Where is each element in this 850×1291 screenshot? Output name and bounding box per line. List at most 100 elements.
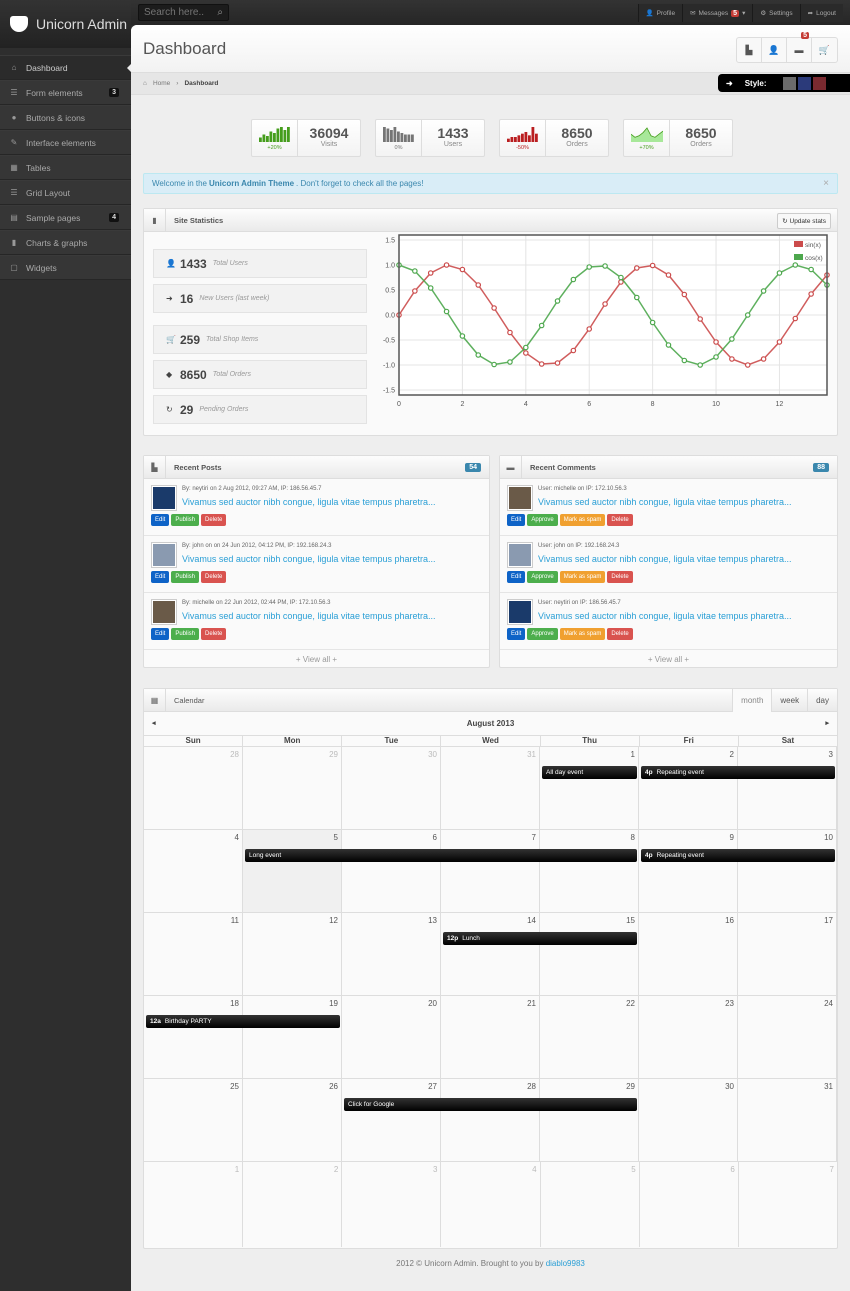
view-week-button[interactable]: week: [771, 689, 807, 712]
item-link[interactable]: Vivamus sed auctor nibh congue, ligula v…: [538, 497, 791, 507]
item-link[interactable]: Vivamus sed auctor nibh congue, ligula v…: [538, 611, 791, 621]
spam-button[interactable]: Mark as spam: [559, 514, 606, 526]
calendar-day[interactable]: 30: [342, 747, 441, 829]
usernav-logout[interactable]: ➦ Logout: [799, 4, 843, 22]
calendar-day[interactable]: 18: [144, 996, 243, 1078]
spam-button[interactable]: Mark as spam: [559, 571, 606, 583]
item-link[interactable]: Vivamus sed auctor nibh congue, ligula v…: [182, 611, 435, 621]
brand[interactable]: Unicorn Admin: [0, 0, 131, 48]
calendar-event[interactable]: Click for Google: [344, 1098, 637, 1111]
approve-button[interactable]: Approve: [527, 514, 558, 526]
author-link[interactable]: diablo9983: [546, 1259, 585, 1268]
calendar-day[interactable]: 2: [243, 1162, 343, 1247]
item-link[interactable]: Vivamus sed auctor nibh congue, ligula v…: [182, 554, 435, 564]
edit-button[interactable]: Edit: [507, 571, 526, 583]
calendar-event[interactable]: 4p Repeating event: [641, 766, 835, 779]
calendar-day[interactable]: 27: [342, 1079, 441, 1161]
item-link[interactable]: Vivamus sed auctor nibh congue, ligula v…: [538, 554, 791, 564]
calendar-event[interactable]: Long event: [245, 849, 637, 862]
comment-button[interactable]: ▬ 5: [787, 32, 812, 62]
delete-button[interactable]: Delete: [201, 514, 227, 526]
calendar-event[interactable]: 4p Repeating event: [641, 849, 835, 862]
calendar-day[interactable]: 14: [441, 913, 540, 995]
calendar-day[interactable]: 3: [738, 747, 837, 829]
calendar-day[interactable]: 3: [342, 1162, 442, 1247]
calendar-day[interactable]: 9: [639, 830, 738, 912]
publish-button[interactable]: Publish: [171, 514, 200, 526]
calendar-day[interactable]: 4: [441, 1162, 541, 1247]
breadcrumb-home[interactable]: Home: [153, 80, 170, 87]
calendar-day[interactable]: 6: [342, 830, 441, 912]
calendar-day[interactable]: 29: [243, 747, 342, 829]
calendar-event[interactable]: 12a Birthday PARTY: [146, 1015, 340, 1028]
sidebar-item-form-elements[interactable]: ☰ Form elements 3: [0, 80, 131, 105]
view-month-button[interactable]: month: [732, 689, 772, 712]
calendar-day[interactable]: 23: [639, 996, 738, 1078]
delete-button[interactable]: Delete: [607, 514, 633, 526]
publish-button[interactable]: Publish: [171, 628, 200, 640]
calendar-day[interactable]: 1: [540, 747, 639, 829]
edit-button[interactable]: Edit: [151, 628, 170, 640]
calendar-day[interactable]: 28: [144, 747, 243, 829]
calendar-day[interactable]: 29: [540, 1079, 639, 1161]
arrow-right-icon[interactable]: ➜: [726, 79, 733, 88]
edit-button[interactable]: Edit: [507, 628, 526, 640]
approve-button[interactable]: Approve: [527, 571, 558, 583]
view-all-posts-link[interactable]: + View all +: [144, 650, 489, 670]
edit-button[interactable]: Edit: [151, 571, 170, 583]
style-swatch[interactable]: [782, 76, 796, 90]
calendar-day[interactable]: 13: [342, 913, 441, 995]
prev-month-button[interactable]: ◂: [152, 719, 156, 727]
calendar-day[interactable]: 28: [441, 1079, 540, 1161]
style-swatch[interactable]: [797, 76, 811, 90]
calendar-day[interactable]: 1: [144, 1162, 244, 1247]
sidebar-item-tables[interactable]: ▦ Tables: [0, 155, 131, 180]
delete-button[interactable]: Delete: [201, 571, 227, 583]
calendar-event[interactable]: 12p Lunch: [443, 932, 637, 945]
search-icon[interactable]: ⌕: [217, 7, 223, 18]
calendar-event[interactable]: All day event: [542, 766, 637, 779]
sidebar-item-dashboard[interactable]: ⌂ Dashboard: [0, 55, 132, 80]
usernav-settings[interactable]: ⚙ Settings: [752, 4, 800, 22]
calendar-day[interactable]: 12: [243, 913, 342, 995]
calendar-day[interactable]: 20: [342, 996, 441, 1078]
calendar-day[interactable]: 8: [540, 830, 639, 912]
sidebar-item-buttons-icons[interactable]: ● Buttons & icons: [0, 105, 131, 130]
calendar-day[interactable]: 11: [144, 913, 243, 995]
next-month-button[interactable]: ▸: [825, 719, 829, 727]
sidebar-item-grid-layout[interactable]: ☰ Grid Layout: [0, 180, 131, 205]
user-button[interactable]: 👤: [762, 38, 787, 62]
publish-button[interactable]: Publish: [171, 571, 200, 583]
calendar-day[interactable]: 15: [540, 913, 639, 995]
sidebar-item-charts-graphs[interactable]: ▮ Charts & graphs: [0, 230, 131, 255]
delete-button[interactable]: Delete: [607, 571, 633, 583]
sidebar-item-interface-elements[interactable]: ✎ Interface elements: [0, 130, 131, 155]
approve-button[interactable]: Approve: [527, 628, 558, 640]
edit-button[interactable]: Edit: [507, 514, 526, 526]
view-day-button[interactable]: day: [807, 689, 837, 712]
spam-button[interactable]: Mark as spam: [559, 628, 606, 640]
item-link[interactable]: Vivamus sed auctor nibh congue, ligula v…: [182, 497, 435, 507]
calendar-day[interactable]: 16: [639, 913, 738, 995]
close-icon[interactable]: ×: [823, 178, 829, 189]
calendar-day[interactable]: 5: [243, 830, 342, 912]
calendar-day[interactable]: 25: [144, 1079, 243, 1161]
style-swatch[interactable]: [812, 76, 826, 90]
calendar-day[interactable]: 21: [441, 996, 540, 1078]
edit-button[interactable]: Edit: [151, 514, 170, 526]
usernav-profile[interactable]: 👤 Profile: [637, 4, 683, 22]
calendar-day[interactable]: 26: [243, 1079, 342, 1161]
calendar-day[interactable]: 31: [738, 1079, 837, 1161]
view-all-comments-link[interactable]: + View all +: [500, 650, 837, 670]
quick-stat[interactable]: +20% 36094 Visits: [251, 119, 361, 157]
calendar-day[interactable]: 30: [639, 1079, 738, 1161]
usernav-messages[interactable]: ✉ Messages 5 ▾: [682, 4, 753, 22]
sidebar-item-sample-pages[interactable]: ▤ Sample pages 4: [0, 205, 131, 230]
calendar-day[interactable]: 5: [541, 1162, 640, 1247]
file-button[interactable]: ▙: [737, 38, 762, 62]
calendar-day[interactable]: 17: [738, 913, 837, 995]
calendar-day[interactable]: 19: [243, 996, 342, 1078]
calendar-day[interactable]: 22: [540, 996, 639, 1078]
search-input[interactable]: [144, 7, 204, 18]
cart-button[interactable]: 🛒: [812, 38, 837, 62]
